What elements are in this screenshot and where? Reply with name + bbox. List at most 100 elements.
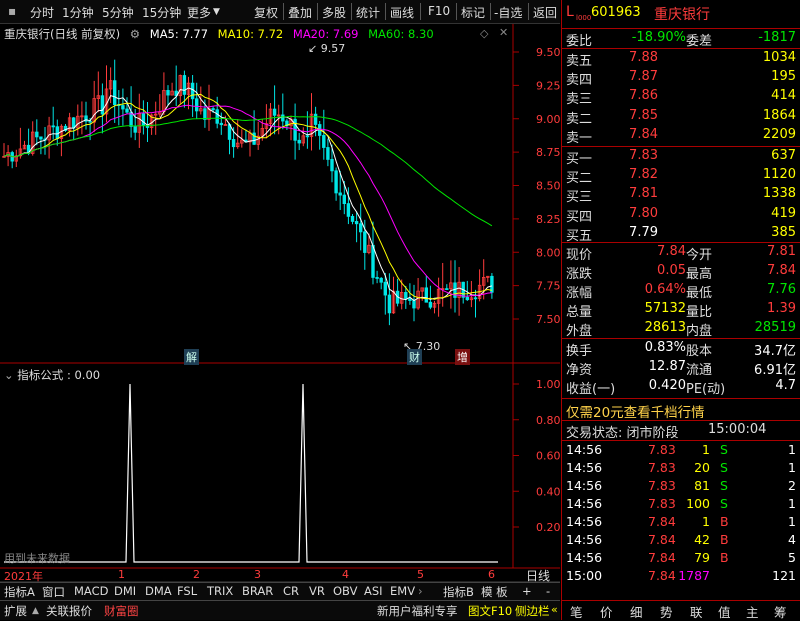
month-label: 3	[254, 568, 261, 581]
buy-order-row[interactable]: 买三 7.81 1338	[566, 186, 798, 205]
sidebar-toggle-button[interactable]: 侧边栏	[515, 603, 550, 619]
stat-label: 现价	[566, 248, 593, 263]
tab-indicator-b[interactable]: 指标B	[443, 584, 474, 600]
price-value: 7.88	[629, 50, 658, 65]
month-label: 1	[118, 568, 125, 581]
new-user-welfare-link[interactable]: 新用户福利专享	[377, 603, 458, 619]
buy-order-row[interactable]: 买二 7.82 1120	[566, 167, 798, 186]
marker-jie[interactable]: 解	[184, 349, 199, 365]
trade-volume: 1	[702, 442, 710, 457]
caret-up-icon[interactable]: ▲	[32, 606, 39, 616]
sell-order-row[interactable]: 卖四 7.87 195	[566, 69, 798, 88]
candle-body	[297, 139, 301, 144]
volume-value: 419	[771, 205, 796, 221]
stat-row: 现价 7.84 今开 7.81	[566, 244, 798, 263]
tab-obv[interactable]: OBV	[333, 584, 357, 598]
nav-xi[interactable]: 细	[630, 602, 643, 621]
y-axis-label: 9.00	[536, 113, 560, 126]
candle-body	[55, 126, 59, 139]
candle-body	[473, 297, 478, 300]
candle-body	[346, 203, 351, 217]
stat-label: 内盘	[686, 324, 713, 339]
tab-window[interactable]: 窗口	[42, 584, 65, 600]
trade-direction: S	[720, 496, 728, 511]
order-level-label: 买五	[566, 228, 593, 244]
nav-lian[interactable]: 联	[690, 602, 703, 621]
graphic-f10-button[interactable]: 图文F10	[468, 603, 512, 619]
candle-body	[305, 135, 310, 138]
tab-indicator-a[interactable]: 指标A	[4, 584, 35, 600]
trade-direction: S	[720, 460, 728, 475]
stat-value: 7.84	[657, 244, 686, 259]
sell-order-row[interactable]: 卖三 7.86 414	[566, 88, 798, 108]
tab-extend[interactable]: 扩展	[4, 603, 27, 619]
stock-code: 601963	[591, 5, 641, 20]
candle-body	[342, 194, 346, 205]
candle-body	[281, 114, 285, 122]
stat-label: 最高	[686, 267, 713, 282]
stat-row: 涨幅 0.64% 最低 7.76	[566, 282, 798, 301]
marker-zeng[interactable]: 增	[455, 349, 470, 365]
tab-asi[interactable]: ASI	[364, 584, 383, 598]
buy-order-row[interactable]: 买一 7.83 637	[566, 148, 798, 167]
tab-dma[interactable]: DMA	[145, 584, 172, 598]
fund-label: 流通	[686, 363, 713, 378]
nav-jia[interactable]: 价	[600, 602, 613, 621]
volume-value: 637	[771, 148, 796, 163]
fundamental-row: 收益(一) 0.420 PE(动) 4.7	[566, 378, 798, 397]
add-button[interactable]: +	[522, 584, 532, 598]
candle-body	[408, 298, 412, 301]
remove-button[interactable]: -	[546, 584, 550, 598]
tab-brar[interactable]: BRAR	[242, 584, 273, 598]
tab-template[interactable]: 模 板	[481, 584, 508, 600]
price-value: 7.85	[629, 107, 658, 123]
tab-dmi[interactable]: DMI	[114, 584, 136, 598]
trade-direction: S	[720, 478, 728, 493]
marker-cai[interactable]: 财	[407, 349, 422, 365]
candle-body	[358, 223, 363, 233]
candle-body	[383, 281, 387, 296]
trade-time: 14:56	[566, 532, 603, 547]
buy-order-row[interactable]: 买四 7.80 419	[566, 205, 798, 225]
candle-body	[125, 108, 129, 113]
candle-body	[182, 75, 187, 95]
nav-bi[interactable]: 笔	[570, 602, 583, 621]
buy-order-row[interactable]: 买五 7.79 385	[566, 225, 798, 244]
trade-direction: B	[720, 532, 729, 547]
tab-trix[interactable]: TRIX	[207, 584, 233, 598]
sell-order-row[interactable]: 卖一 7.84 2209	[566, 127, 798, 146]
kline-chart[interactable]: 9.50 9.25 9.00 8.75 8.50 8.25 8.00 7.75 7.50 1.00…	[0, 0, 560, 582]
candle-body	[338, 192, 342, 196]
stat-label: 最低	[686, 286, 713, 301]
trade-count: 121	[772, 568, 796, 583]
y-axis-label: 9.25	[536, 79, 560, 92]
candle-body	[387, 294, 392, 314]
tab-fsl[interactable]: FSL	[177, 584, 197, 598]
tab-macd[interactable]: MACD	[74, 584, 108, 598]
tab-emv[interactable]: EMV	[390, 584, 415, 598]
volume-value: 195	[771, 69, 796, 85]
tab-related-quotes[interactable]: 关联报价	[46, 603, 92, 619]
double-chevron-left-icon[interactable]: «	[551, 603, 558, 616]
sell-order-row[interactable]: 卖五 7.88 1034	[566, 50, 798, 69]
trade-volume: 20	[694, 460, 710, 475]
trade-price: 7.84	[648, 532, 676, 547]
order-level-label: 卖三	[566, 92, 593, 108]
nav-zhu[interactable]: 主	[746, 602, 759, 621]
promo-link[interactable]: 仅需20元查看千档行情	[566, 401, 798, 421]
chevron-right-icon[interactable]: ›	[418, 584, 423, 598]
nav-chou[interactable]: 筹	[774, 602, 787, 621]
candle-body	[334, 170, 338, 194]
candle-body	[121, 105, 125, 110]
stat-label: 涨跌	[566, 267, 593, 282]
nav-zhi[interactable]: 值	[718, 602, 731, 621]
chevron-down-icon[interactable]: ⌄	[4, 368, 14, 382]
fund-label: 股本	[686, 344, 713, 359]
tab-cr[interactable]: CR	[283, 584, 299, 598]
nav-shi[interactable]: 势	[660, 602, 673, 621]
sell-order-row[interactable]: 卖二 7.85 1864	[566, 107, 798, 127]
tab-wealth-circle[interactable]: 财富圈	[104, 603, 139, 619]
stat-value: 1.39	[767, 301, 796, 316]
tab-vr[interactable]: VR	[309, 584, 325, 598]
stock-header: L l000 601963 重庆银行	[566, 4, 798, 26]
